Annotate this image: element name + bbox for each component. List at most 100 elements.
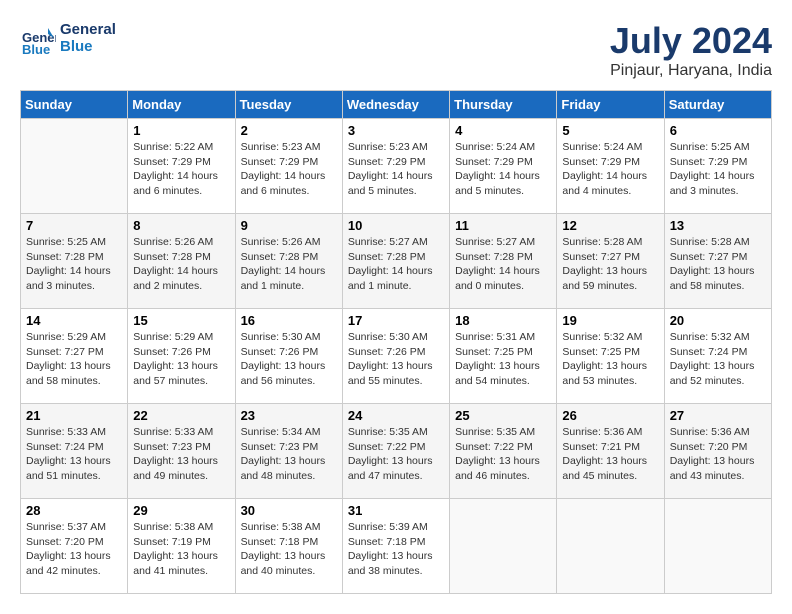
day-info: Sunrise: 5:26 AM Sunset: 7:28 PM Dayligh… bbox=[241, 235, 337, 294]
week-row-1: 1 Sunrise: 5:22 AM Sunset: 7:29 PM Daylig… bbox=[21, 119, 772, 214]
weekday-header-monday: Monday bbox=[128, 91, 235, 119]
calendar-cell: 24Sunrise: 5:35 AM Sunset: 7:22 PM Dayli… bbox=[342, 404, 449, 499]
calendar-cell: 6Sunrise: 5:25 AM Sunset: 7:29 PM Daylig… bbox=[664, 119, 771, 214]
calendar-cell: 30 Sunrise: 5:38 AM Sunset: 7:18 PM Dayli… bbox=[235, 499, 342, 594]
day-number: 12 bbox=[562, 218, 658, 233]
weekday-header-saturday: Saturday bbox=[664, 91, 771, 119]
calendar-cell: 8 Sunrise: 5:26 AM Sunset: 7:28 PM Daylig… bbox=[128, 214, 235, 309]
day-number: 21 bbox=[26, 408, 122, 423]
calendar-cell: 20 Sunrise: 5:32 AM Sunset: 7:24 PM Dayli… bbox=[664, 309, 771, 404]
calendar-cell: 14 Sunrise: 5:29 AM Sunset: 7:27 PM Dayli… bbox=[21, 309, 128, 404]
calendar-cell: 29 Sunrise: 5:38 AM Sunset: 7:19 PM Dayli… bbox=[128, 499, 235, 594]
calendar-cell: 13Sunrise: 5:28 AM Sunset: 7:27 PM Dayli… bbox=[664, 214, 771, 309]
calendar-cell: 16 Sunrise: 5:30 AM Sunset: 7:26 PM Dayli… bbox=[235, 309, 342, 404]
calendar-cell: 2Sunrise: 5:23 AM Sunset: 7:29 PM Daylig… bbox=[235, 119, 342, 214]
day-info: Sunrise: 5:36 AM Sunset: 7:20 PM Dayligh… bbox=[670, 425, 766, 484]
day-number: 3 bbox=[348, 123, 444, 138]
week-row-2: 7 Sunrise: 5:25 AM Sunset: 7:28 PM Daylig… bbox=[21, 214, 772, 309]
day-number: 20 bbox=[670, 313, 766, 328]
day-number: 2 bbox=[241, 123, 337, 138]
location-subtitle: Pinjaur, Haryana, India bbox=[610, 62, 772, 80]
day-info: Sunrise: 5:33 AM Sunset: 7:24 PM Dayligh… bbox=[26, 425, 122, 484]
day-info: Sunrise: 5:39 AM Sunset: 7:18 PM Dayligh… bbox=[348, 520, 444, 579]
calendar-cell bbox=[557, 499, 664, 594]
day-number: 16 bbox=[241, 313, 337, 328]
day-info: Sunrise: 5:32 AM Sunset: 7:25 PM Dayligh… bbox=[562, 330, 658, 389]
calendar-cell: 28 Sunrise: 5:37 AM Sunset: 7:20 PM Dayli… bbox=[21, 499, 128, 594]
day-info: Sunrise: 5:24 AM Sunset: 7:29 PM Dayligh… bbox=[455, 140, 551, 199]
day-number: 5 bbox=[562, 123, 658, 138]
calendar-cell bbox=[664, 499, 771, 594]
logo-line1: General bbox=[60, 21, 116, 38]
day-info: Sunrise: 5:32 AM Sunset: 7:24 PM Dayligh… bbox=[670, 330, 766, 389]
day-info: Sunrise: 5:26 AM Sunset: 7:28 PM Dayligh… bbox=[133, 235, 229, 294]
day-info: Sunrise: 5:29 AM Sunset: 7:27 PM Dayligh… bbox=[26, 330, 122, 389]
calendar-cell: 5 Sunrise: 5:24 AM Sunset: 7:29 PM Daylig… bbox=[557, 119, 664, 214]
day-number: 6 bbox=[670, 123, 766, 138]
weekday-header-tuesday: Tuesday bbox=[235, 91, 342, 119]
day-info: Sunrise: 5:25 AM Sunset: 7:28 PM Dayligh… bbox=[26, 235, 122, 294]
day-number: 10 bbox=[348, 218, 444, 233]
week-row-3: 14 Sunrise: 5:29 AM Sunset: 7:27 PM Dayli… bbox=[21, 309, 772, 404]
calendar-cell: 10Sunrise: 5:27 AM Sunset: 7:28 PM Dayli… bbox=[342, 214, 449, 309]
day-info: Sunrise: 5:38 AM Sunset: 7:18 PM Dayligh… bbox=[241, 520, 337, 579]
day-info: Sunrise: 5:30 AM Sunset: 7:26 PM Dayligh… bbox=[348, 330, 444, 389]
month-year-title: July 2024 bbox=[610, 20, 772, 62]
weekday-header-thursday: Thursday bbox=[450, 91, 557, 119]
day-number: 25 bbox=[455, 408, 551, 423]
day-info: Sunrise: 5:28 AM Sunset: 7:27 PM Dayligh… bbox=[562, 235, 658, 294]
day-number: 1 bbox=[133, 123, 229, 138]
week-row-4: 21 Sunrise: 5:33 AM Sunset: 7:24 PM Dayli… bbox=[21, 404, 772, 499]
day-number: 19 bbox=[562, 313, 658, 328]
day-info: Sunrise: 5:34 AM Sunset: 7:23 PM Dayligh… bbox=[241, 425, 337, 484]
day-info: Sunrise: 5:38 AM Sunset: 7:19 PM Dayligh… bbox=[133, 520, 229, 579]
day-info: Sunrise: 5:23 AM Sunset: 7:29 PM Dayligh… bbox=[348, 140, 444, 199]
calendar-cell: 31 Sunrise: 5:39 AM Sunset: 7:18 PM Dayli… bbox=[342, 499, 449, 594]
calendar-cell: 15Sunrise: 5:29 AM Sunset: 7:26 PM Dayli… bbox=[128, 309, 235, 404]
day-number: 30 bbox=[241, 503, 337, 518]
calendar-cell: 3 Sunrise: 5:23 AM Sunset: 7:29 PM Daylig… bbox=[342, 119, 449, 214]
logo: General Blue General Blue bbox=[20, 20, 116, 56]
calendar-cell bbox=[21, 119, 128, 214]
day-info: Sunrise: 5:29 AM Sunset: 7:26 PM Dayligh… bbox=[133, 330, 229, 389]
day-info: Sunrise: 5:28 AM Sunset: 7:27 PM Dayligh… bbox=[670, 235, 766, 294]
title-block: July 2024 Pinjaur, Haryana, India bbox=[610, 20, 772, 80]
calendar-cell: 1 Sunrise: 5:22 AM Sunset: 7:29 PM Daylig… bbox=[128, 119, 235, 214]
page-header: General Blue General Blue July 2024 Pinj… bbox=[20, 20, 772, 80]
calendar-cell: 18Sunrise: 5:31 AM Sunset: 7:25 PM Dayli… bbox=[450, 309, 557, 404]
calendar-cell: 4 Sunrise: 5:24 AM Sunset: 7:29 PM Daylig… bbox=[450, 119, 557, 214]
calendar-cell: 26Sunrise: 5:36 AM Sunset: 7:21 PM Dayli… bbox=[557, 404, 664, 499]
week-row-5: 28 Sunrise: 5:37 AM Sunset: 7:20 PM Dayli… bbox=[21, 499, 772, 594]
logo-line2: Blue bbox=[60, 38, 116, 55]
day-number: 4 bbox=[455, 123, 551, 138]
day-info: Sunrise: 5:31 AM Sunset: 7:25 PM Dayligh… bbox=[455, 330, 551, 389]
calendar-cell: 23Sunrise: 5:34 AM Sunset: 7:23 PM Dayli… bbox=[235, 404, 342, 499]
day-info: Sunrise: 5:27 AM Sunset: 7:28 PM Dayligh… bbox=[455, 235, 551, 294]
calendar-cell: 9 Sunrise: 5:26 AM Sunset: 7:28 PM Daylig… bbox=[235, 214, 342, 309]
day-number: 7 bbox=[26, 218, 122, 233]
calendar-cell: 19 Sunrise: 5:32 AM Sunset: 7:25 PM Dayli… bbox=[557, 309, 664, 404]
weekday-header-row: SundayMondayTuesdayWednesdayThursdayFrid… bbox=[21, 91, 772, 119]
weekday-header-sunday: Sunday bbox=[21, 91, 128, 119]
day-number: 8 bbox=[133, 218, 229, 233]
day-number: 17 bbox=[348, 313, 444, 328]
day-number: 26 bbox=[562, 408, 658, 423]
day-info: Sunrise: 5:22 AM Sunset: 7:29 PM Dayligh… bbox=[133, 140, 229, 199]
calendar-table: SundayMondayTuesdayWednesdayThursdayFrid… bbox=[20, 90, 772, 594]
calendar-cell: 25Sunrise: 5:35 AM Sunset: 7:22 PM Dayli… bbox=[450, 404, 557, 499]
svg-text:Blue: Blue bbox=[22, 42, 50, 56]
day-info: Sunrise: 5:35 AM Sunset: 7:22 PM Dayligh… bbox=[348, 425, 444, 484]
weekday-header-friday: Friday bbox=[557, 91, 664, 119]
day-number: 22 bbox=[133, 408, 229, 423]
day-number: 28 bbox=[26, 503, 122, 518]
day-number: 14 bbox=[26, 313, 122, 328]
day-number: 31 bbox=[348, 503, 444, 518]
day-info: Sunrise: 5:33 AM Sunset: 7:23 PM Dayligh… bbox=[133, 425, 229, 484]
day-info: Sunrise: 5:30 AM Sunset: 7:26 PM Dayligh… bbox=[241, 330, 337, 389]
logo-icon: General Blue bbox=[20, 20, 56, 56]
day-info: Sunrise: 5:37 AM Sunset: 7:20 PM Dayligh… bbox=[26, 520, 122, 579]
calendar-cell: 22 Sunrise: 5:33 AM Sunset: 7:23 PM Dayli… bbox=[128, 404, 235, 499]
day-info: Sunrise: 5:24 AM Sunset: 7:29 PM Dayligh… bbox=[562, 140, 658, 199]
day-number: 29 bbox=[133, 503, 229, 518]
day-number: 9 bbox=[241, 218, 337, 233]
